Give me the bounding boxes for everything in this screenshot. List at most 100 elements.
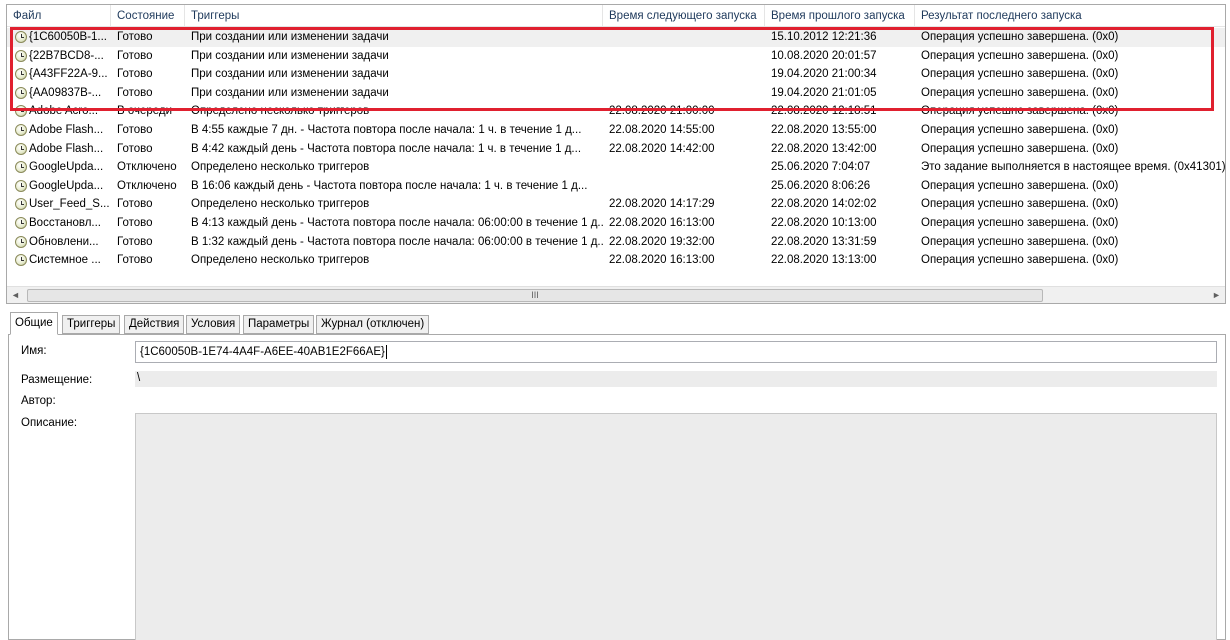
task-last-run: 15.10.2012 12:21:36 xyxy=(771,31,877,43)
author-label: Автор: xyxy=(21,395,56,407)
task-next-run: 22.08.2020 16:13:00 xyxy=(609,254,715,267)
task-last-result: Операция успешно завершена. (0x0) xyxy=(921,68,1119,81)
task-state: Отключено xyxy=(117,179,177,192)
task-file-name: Adobe Acro... xyxy=(29,105,99,118)
task-list: Файл Состояние Триггеры Время следующего… xyxy=(6,4,1226,304)
task-triggers: В 4:55 каждые 7 дн. - Частота повтора по… xyxy=(191,123,582,136)
task-last-run: 22.08.2020 13:42:00 xyxy=(771,142,877,155)
tab-triggers[interactable]: Триггеры xyxy=(62,315,121,334)
task-row[interactable]: {1C60050B-1... Готово При создании или изм… xyxy=(7,28,1225,47)
tab-general[interactable]: Общие xyxy=(10,312,58,335)
general-tab-panel: Имя: {1C60050B-1E74-4A4F-A6EE-40AB1E2F66… xyxy=(8,334,1226,640)
task-last-result: Операция успешно завершена. (0x0) xyxy=(921,142,1119,155)
scrollbar-grip-icon: III xyxy=(531,290,539,300)
task-list-header: Файл Состояние Триггеры Время следующего… xyxy=(7,5,1225,27)
task-last-result: Операция успешно завершена. (0x0) xyxy=(921,31,1119,43)
column-header-last-result[interactable]: Результат последнего запуска xyxy=(915,5,1225,27)
task-row[interactable]: Adobe Acro... В очереди Определено несколь… xyxy=(7,102,1225,121)
task-last-run: 25.06.2020 7:04:07 xyxy=(771,161,871,174)
task-state: Готово xyxy=(117,235,153,248)
task-state: Готово xyxy=(117,49,153,62)
task-file-name: {AA09837B-... xyxy=(29,86,102,99)
column-header-file[interactable]: Файл xyxy=(7,5,111,27)
column-header-triggers[interactable]: Триггеры xyxy=(185,5,603,27)
task-file-name: {22B7BCD8-... xyxy=(29,49,104,62)
task-row[interactable]: GoogleUpda... Отключено Определено несколь… xyxy=(7,158,1226,177)
task-file-name: GoogleUpda... xyxy=(29,161,104,174)
task-next-run: 22.08.2020 16:13:00 xyxy=(609,216,715,229)
tab-actions[interactable]: Действия xyxy=(124,315,185,334)
task-triggers: При создании или изменении задачи xyxy=(191,68,389,81)
scroll-left-arrow-icon[interactable]: ◄ xyxy=(7,287,24,303)
task-triggers: При создании или изменении задачи xyxy=(191,86,389,99)
task-state: Готово xyxy=(117,68,153,81)
task-row[interactable]: {AA09837B-... Готово При создании или изме… xyxy=(7,84,1225,103)
column-header-state[interactable]: Состояние xyxy=(111,5,185,27)
scrollbar-thumb[interactable]: III xyxy=(27,289,1043,302)
task-last-result: Операция успешно завершена. (0x0) xyxy=(921,49,1119,62)
task-last-result: Операция успешно завершена. (0x0) xyxy=(921,235,1119,248)
location-label: Размещение: xyxy=(21,374,93,386)
task-triggers: Определено несколько триггеров xyxy=(191,161,370,174)
task-file-name: Adobe Flash... xyxy=(29,142,104,155)
task-file-name: Обновлени... xyxy=(29,235,99,248)
name-field[interactable]: {1C60050B-1E74-4A4F-A6EE-40AB1E2F66AE} xyxy=(135,341,1217,363)
task-last-run: 22.08.2020 13:31:59 xyxy=(771,235,877,248)
task-row[interactable]: {22B7BCD8-... Готово При создании или изме… xyxy=(7,47,1225,66)
tab-conditions[interactable]: Условия xyxy=(186,315,241,334)
task-next-run: 22.08.2020 14:17:29 xyxy=(609,198,715,211)
task-state: Готово xyxy=(117,31,153,43)
text-caret xyxy=(385,344,387,359)
task-triggers: При создании или изменении задачи xyxy=(191,31,389,43)
task-file-name: {1C60050B-1... xyxy=(29,31,108,43)
task-next-run: 22.08.2020 14:55:00 xyxy=(609,123,715,136)
task-file-name: Adobe Flash... xyxy=(29,123,104,136)
horizontal-scrollbar[interactable]: ◄ III ► xyxy=(7,286,1225,303)
task-last-result: Операция успешно завершена. (0x0) xyxy=(921,123,1119,136)
description-label: Описание: xyxy=(21,417,78,429)
task-row[interactable]: GoogleUpda... Отключено В 16:06 каждый ден… xyxy=(7,177,1225,196)
task-triggers: При создании или изменении задачи xyxy=(191,49,389,62)
task-row[interactable]: Восстановл... Готово В 4:13 каждый день - … xyxy=(7,214,1225,233)
scroll-right-arrow-icon[interactable]: ► xyxy=(1208,287,1225,303)
task-last-run: 25.06.2020 8:06:26 xyxy=(771,179,871,192)
task-next-run xyxy=(603,177,765,196)
task-row[interactable]: Adobe Flash... Готово В 4:55 каждые 7 дн. … xyxy=(7,121,1225,140)
task-row[interactable]: User_Feed_S... Готово Определено несколько… xyxy=(7,195,1225,214)
task-row[interactable]: Системное ... Готово Определено несколько … xyxy=(7,251,1225,270)
tab-history[interactable]: Журнал (отключен) xyxy=(316,315,430,334)
task-file-name: Системное ... xyxy=(29,254,101,267)
tab-settings[interactable]: Параметры xyxy=(243,315,315,334)
task-state: В очереди xyxy=(117,105,173,118)
task-last-run: 22.08.2020 10:13:00 xyxy=(771,216,877,229)
task-next-run xyxy=(603,28,765,47)
task-last-result: Операция успешно завершена. (0x0) xyxy=(921,179,1119,192)
task-state: Готово xyxy=(117,216,153,229)
task-last-result: Операция успешно завершена. (0x0) xyxy=(921,216,1119,229)
task-state: Готово xyxy=(117,254,153,267)
task-row[interactable]: {A43FF22A-9... Готово При создании или изм… xyxy=(7,65,1225,84)
task-next-run xyxy=(603,158,765,177)
task-triggers: Определено несколько триггеров xyxy=(191,198,370,211)
task-next-run xyxy=(603,84,765,103)
task-state: Готово xyxy=(117,142,153,155)
task-last-result: Это задание выполняется в настоящее врем… xyxy=(921,161,1226,174)
task-last-run: 10.08.2020 20:01:57 xyxy=(771,49,877,62)
task-triggers: В 4:13 каждый день - Частота повтора пос… xyxy=(191,216,603,229)
column-header-next-run[interactable]: Время следующего запуска xyxy=(603,5,765,27)
task-file-name: Восстановл... xyxy=(29,216,101,229)
task-next-run xyxy=(603,47,765,66)
task-last-result: Операция успешно завершена. (0x0) xyxy=(921,105,1119,118)
description-field[interactable] xyxy=(135,413,1217,640)
task-last-run: 22.08.2020 13:55:00 xyxy=(771,123,877,136)
column-header-last-run[interactable]: Время прошлого запуска xyxy=(765,5,915,27)
task-triggers: В 16:06 каждый день - Частота повтора по… xyxy=(191,179,588,192)
task-row[interactable]: Обновлени... Готово В 1:32 каждый день - Ч… xyxy=(7,233,1225,252)
location-field: \ xyxy=(135,371,1217,387)
task-state: Отключено xyxy=(117,161,177,174)
task-triggers: В 1:32 каждый день - Частота повтора пос… xyxy=(191,235,603,248)
task-row[interactable]: Adobe Flash... Готово В 4:42 каждый день -… xyxy=(7,140,1225,159)
task-state: Готово xyxy=(117,198,153,211)
name-label: Имя: xyxy=(21,345,47,357)
task-last-run: 19.04.2020 21:01:05 xyxy=(771,86,877,99)
